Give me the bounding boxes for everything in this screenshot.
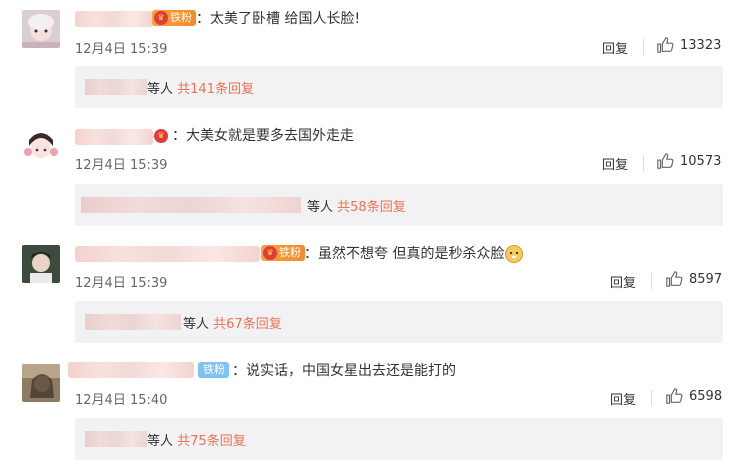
doge-emoji-icon (505, 245, 524, 263)
fan-badge[interactable]: ♛ 铁粉 (261, 245, 305, 261)
comment-text: ：说实话，中国女星出去还是能打的 (232, 363, 456, 379)
fan-badge[interactable]: ♛ 铁粉 (152, 10, 196, 26)
avatar[interactable] (22, 10, 60, 48)
sub-reply-summary: 等人 共75条回复 (147, 434, 246, 449)
sub-reply-summary: 等人 共141条回复 (147, 82, 254, 97)
comment-time: 12月4日 15:39 (75, 276, 168, 291)
sub-reply-box[interactable]: 等人 共75条回复 (75, 418, 723, 460)
comment-text: ：太美了卧槽 给国人长脸! (196, 11, 361, 27)
comment-time: 12月4日 15:40 (75, 393, 168, 408)
like-button[interactable]: 8597 (665, 270, 722, 288)
username-blurred[interactable] (75, 129, 153, 145)
crown-icon: ♛ (263, 246, 277, 260)
fan-badge[interactable]: 铁粉 (198, 362, 229, 378)
crown-icon: ♛ (154, 129, 168, 143)
divider (651, 273, 652, 289)
thumbs-up-icon (666, 388, 683, 404)
sub-reply-summary: 等人 共67条回复 (183, 317, 282, 332)
view-replies-link[interactable]: 共67条回复 (213, 317, 282, 332)
view-replies-link[interactable]: 共75条回复 (177, 434, 246, 449)
sub-replier-blurred (85, 431, 147, 447)
reply-button[interactable]: 回复 (610, 272, 636, 291)
username-blurred[interactable] (75, 246, 260, 262)
vip-badge[interactable]: ♛ (154, 128, 170, 144)
view-replies-link[interactable]: 共141条回复 (177, 82, 254, 97)
crown-icon: ♛ (154, 11, 168, 25)
sub-reply-box[interactable]: 等人 共141条回复 (75, 66, 723, 108)
like-count: 10573 (680, 153, 722, 169)
username-blurred[interactable] (68, 362, 194, 378)
reply-button[interactable]: 回复 (602, 154, 628, 173)
sub-replier-blurred (81, 197, 301, 213)
view-replies-link[interactable]: 共58条回复 (337, 200, 406, 215)
comment-text: ：大美女就是要多去国外走走 (172, 128, 354, 144)
thumbs-up-icon (657, 37, 674, 53)
divider (643, 155, 644, 171)
avatar[interactable] (22, 364, 60, 402)
sub-reply-box[interactable]: 等人 共67条回复 (75, 301, 723, 343)
like-count: 8597 (689, 271, 723, 287)
thumbs-up-icon (657, 153, 674, 169)
username-blurred[interactable] (75, 11, 153, 27)
comment-text: ：虽然不想夸 但真的是秒杀众脸 (304, 245, 524, 263)
avatar[interactable] (22, 128, 60, 166)
sub-replier-blurred (85, 79, 147, 95)
comment-time: 12月4日 15:39 (75, 158, 168, 173)
like-button[interactable]: 13323 (656, 36, 721, 54)
reply-button[interactable]: 回复 (610, 389, 636, 408)
sub-reply-box[interactable]: 等人 共58条回复 (75, 184, 723, 226)
comment-time: 12月4日 15:39 (75, 42, 168, 57)
divider (643, 39, 644, 55)
thumbs-up-icon (666, 271, 683, 287)
like-button[interactable]: 6598 (665, 387, 722, 405)
divider (651, 390, 652, 406)
sub-replier-blurred (85, 314, 181, 330)
like-count: 6598 (689, 388, 723, 404)
like-button[interactable]: 10573 (656, 152, 721, 170)
sub-reply-summary: 等人 共58条回复 (307, 200, 406, 215)
like-count: 13323 (680, 37, 722, 53)
reply-button[interactable]: 回复 (602, 38, 628, 57)
avatar[interactable] (22, 245, 60, 283)
